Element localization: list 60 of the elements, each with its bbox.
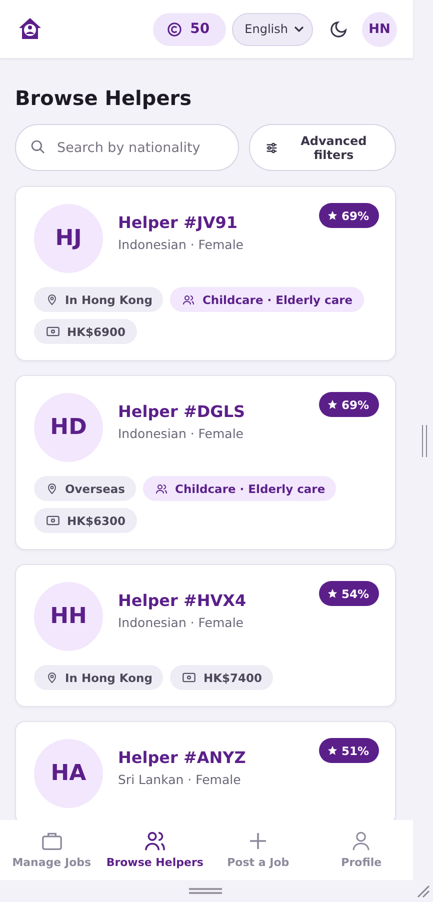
credits-badge[interactable]: 50 [153, 12, 226, 46]
star-icon [327, 745, 338, 756]
drag-handle[interactable] [189, 888, 222, 894]
location-tag: In Hong Kong [34, 665, 164, 690]
house-logo-icon[interactable] [18, 17, 42, 41]
user-avatar[interactable]: HN [362, 12, 397, 46]
salary-tag: HK$6900 [34, 319, 137, 344]
helper-avatar: HD [34, 393, 103, 462]
chevron-down-icon [294, 26, 304, 32]
briefcase-icon [40, 831, 63, 851]
helper-name: Helper #HVX4 [118, 591, 246, 610]
star-icon [327, 399, 338, 410]
helper-name: Helper #ANYZ [118, 748, 246, 767]
cash-icon [182, 672, 196, 683]
nav-tab[interactable]: Browse Helpers [103, 820, 206, 880]
people-icon [144, 831, 166, 851]
person-icon [351, 831, 372, 851]
star-icon [327, 588, 338, 599]
salary-tag: HK$7400 [170, 665, 273, 690]
page-title: Browse Helpers [15, 86, 193, 110]
side-handle[interactable] [422, 425, 427, 457]
rating-badge: 51% [319, 738, 379, 763]
helper-avatar: HJ [34, 204, 103, 273]
copyright-coin-icon [167, 22, 182, 36]
location-pin-icon [46, 482, 58, 495]
people-icon [182, 294, 196, 306]
helper-avatar: HA [34, 739, 103, 808]
helper-details: Indonesian · Female [118, 237, 244, 252]
helper-card[interactable]: HA Helper #ANYZ Sri Lankan · Female 51% [15, 721, 396, 820]
helper-details: Indonesian · Female [118, 615, 244, 630]
star-icon [327, 210, 338, 221]
language-select[interactable]: English [232, 12, 313, 46]
rating-badge: 69% [319, 203, 379, 228]
people-icon [155, 482, 168, 494]
location-tag: In Hong Kong [34, 287, 164, 312]
sliders-icon [266, 142, 278, 154]
skills-tag: Childcare · Elderly care [170, 287, 364, 312]
helper-name: Helper #DGLS [118, 402, 246, 421]
helper-card[interactable]: HH Helper #HVX4 Indonesian · Female 54% In Hong Kong HK$7400 [15, 564, 396, 707]
resize-grip-icon[interactable] [417, 885, 430, 898]
helper-details: Sri Lankan · Female [118, 772, 242, 787]
salary-tag: HK$6300 [34, 508, 137, 533]
rating-badge: 54% [319, 581, 379, 606]
moon-icon[interactable] [329, 20, 348, 38]
skills-tag: Childcare · Elderly care [143, 476, 336, 501]
search-field[interactable]: Search by nationality [15, 124, 239, 171]
location-pin-icon [46, 293, 58, 306]
helper-details: Indonesian · Female [118, 426, 244, 441]
helper-name: Helper #JV91 [118, 213, 238, 232]
cash-icon [46, 326, 60, 337]
location-tag: Overseas [34, 476, 136, 501]
helper-card[interactable]: HD Helper #DGLS Indonesian · Female 69% Overseas Childcare · Elderly care HK$6300 [15, 375, 396, 550]
credits-count: 50 [190, 21, 210, 37]
rating-badge: 69% [319, 392, 379, 417]
location-pin-icon [46, 671, 58, 684]
cash-icon [46, 515, 60, 526]
plus-icon [248, 831, 268, 851]
helper-avatar: HH [34, 582, 103, 651]
helper-card[interactable]: HJ Helper #JV91 Indonesian · Female 69% In Hong Kong Childcare · Elderly care HK$6900 [15, 186, 396, 361]
advanced-filters-button[interactable]: Advanced filters [249, 124, 396, 171]
